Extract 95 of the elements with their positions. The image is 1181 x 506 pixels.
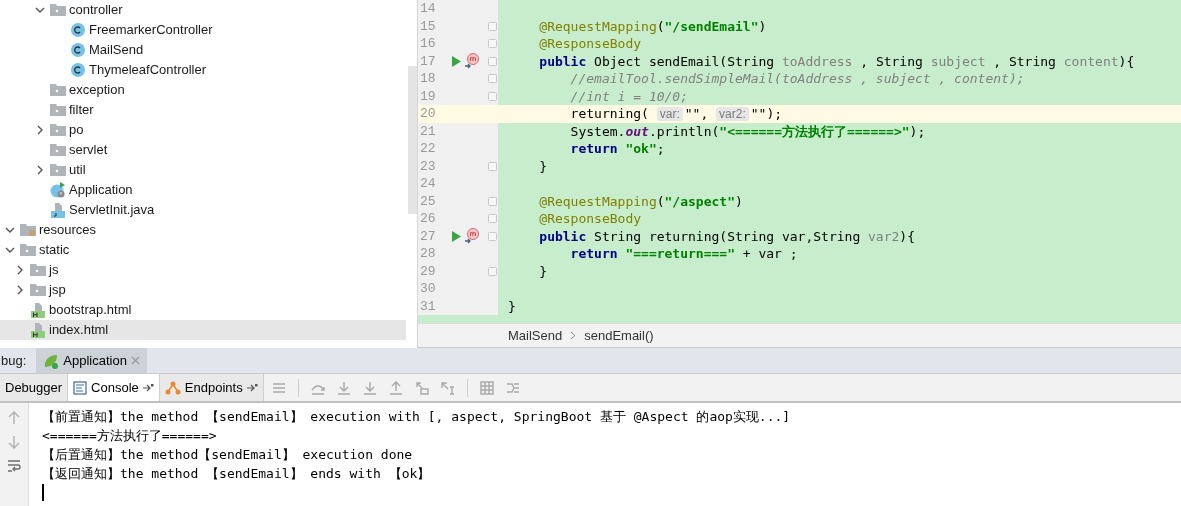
code-line: //int i = 10/0; [569,87,688,106]
toolbar-tab[interactable]: Endpoints [159,374,264,401]
toolbar-tab[interactable]: Debugger [0,374,69,401]
nodes-icon [164,379,181,396]
panel-label: bug: [0,351,28,370]
code-line: } [538,157,548,176]
fold-marker-icon[interactable] [488,196,497,206]
breadcrumb-item[interactable]: sendEmail() [584,325,654,346]
tree-item[interactable]: exception [0,80,406,100]
fold-marker-icon[interactable] [488,74,497,84]
line-number: 15 [419,17,437,36]
code-line: @ResponseBody [538,210,642,228]
fold-marker-icon[interactable] [488,39,497,49]
console-icon [73,380,88,395]
line-number: 27 [419,227,437,246]
line-number: 17 [419,52,437,71]
line-number: 14 [419,0,437,18]
fold-marker-icon[interactable] [488,21,497,31]
line-number: 24 [419,175,437,193]
method-marker-icon [464,53,480,70]
tree-item[interactable]: static [0,240,406,260]
tree-item[interactable]: ThymeleafController [0,60,406,80]
code-line: //emailTool.sendSimpleMail(toAddress , subject , content); [569,70,1025,88]
down-arrow-icon[interactable] [8,435,20,449]
line-number: 26 [419,210,437,228]
line-number: 16 [419,35,437,53]
code-line: public Object sendEmail(String toAddress , String subject , String content){ [538,52,1135,71]
code-line: } [538,262,548,281]
up-arrow-icon[interactable] [8,411,20,425]
step-out-icon[interactable] [388,380,403,395]
tree-item[interactable]: controller [0,0,406,20]
code-line: return "ok"; [569,140,665,158]
console-line: 【前置通知】the method 【sendEmail】 execution with [, aspect, SpringBoot 基于 @Aspect 的aop实现...] [42,408,792,426]
code-line: } [507,297,516,316]
line-number: 30 [419,280,437,298]
line-number: 25 [419,192,437,211]
tree-item[interactable]: index.html [0,320,406,340]
tree-item[interactable]: servlet [0,140,406,160]
fold-marker-icon[interactable] [488,214,497,224]
tree-item[interactable]: filter [0,100,406,120]
step-into-icon[interactable] [336,380,351,395]
tree-item[interactable]: bootstrap.html [0,300,406,320]
drop-frame-icon[interactable] [414,380,429,395]
line-number: 20 [419,105,437,123]
console-line: <======方法执行了======> [42,427,218,445]
line-number: 21 [419,122,437,141]
calculator-icon[interactable] [479,380,494,395]
text-cursor [42,484,44,501]
code-line: @RequestMapping("/aspect") [538,192,743,211]
fold-marker-icon[interactable] [488,266,497,276]
fold-marker-icon[interactable] [488,161,497,171]
line-number: 28 [419,245,437,263]
run-icon[interactable] [452,55,461,67]
line-number: 18 [419,70,437,88]
trace-icon[interactable] [505,380,520,395]
spring-leaf-icon [43,352,60,369]
scrollbar-thumb[interactable] [408,66,417,214]
pin-icon[interactable] [142,382,154,393]
tree-item[interactable]: resources [0,220,406,240]
line-number: 23 [419,157,437,176]
chevron-icon [570,331,577,340]
run-icon[interactable] [452,230,461,242]
line-number: 31 [419,297,437,316]
console-line: 【后置通知】the method【sendEmail】 execution done [42,446,414,464]
toolbar-tab[interactable]: Console [68,374,160,401]
tree-item[interactable]: util [0,160,406,180]
tree-item[interactable]: po [0,120,406,140]
code-line: returning( var: "", var2: ""); [569,105,783,123]
console-line: 【返回通知】the method 【sendEmail】 ends with 【ok】 [42,465,432,483]
code-line: public String returning(String var,String var2){ [538,227,915,246]
line-number: 29 [419,262,437,281]
list-icon[interactable] [271,380,286,395]
fold-marker-icon[interactable] [488,56,497,66]
tree-item[interactable]: js [0,260,406,280]
soft-wrap-icon[interactable] [7,459,21,473]
fold-marker-icon[interactable] [488,91,497,101]
code-line: @RequestMapping("/sendEmail") [538,17,767,36]
line-number: 19 [419,87,437,106]
close-icon[interactable] [130,356,140,365]
fold-marker-icon[interactable] [488,231,497,241]
code-line: return "===return===" + var ; [569,245,798,263]
tree-item[interactable]: Application [0,180,406,200]
tree-item[interactable]: jsp [0,280,406,300]
method-marker-icon [464,228,480,245]
line-number: 22 [419,140,437,158]
pin-icon[interactable] [246,382,258,393]
tree-item[interactable]: MailSend [0,40,406,60]
code-line: System.out.println("<======方法执行了======>"); [569,122,926,141]
code-line: @ResponseBody [538,35,642,53]
breadcrumb-item[interactable]: MailSend [508,325,563,346]
run-to-cursor-icon[interactable] [440,380,455,395]
tree-item[interactable]: ServletInit.java [0,200,406,220]
tree-item[interactable]: FreemarkerController [0,20,406,40]
force-step-into-icon[interactable] [362,380,377,395]
session-tab[interactable]: Application [36,348,147,373]
